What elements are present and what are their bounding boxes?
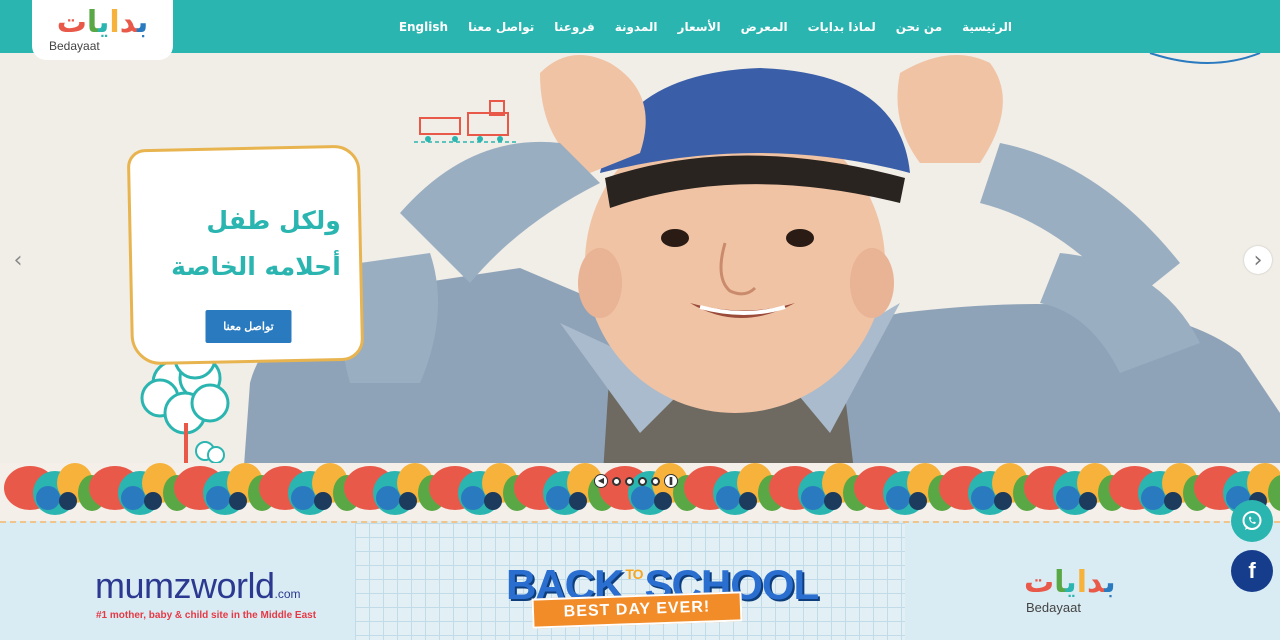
nav-item-english[interactable]: English xyxy=(399,20,448,34)
top-navbar: الرئيسية من نحن لماذا بدايات المعرض الأس… xyxy=(0,0,1280,53)
nav-item-blog[interactable]: المدونة xyxy=(615,20,658,34)
nav-item-home[interactable]: الرئيسية xyxy=(962,20,1012,34)
site-logo[interactable]: بدايات Bedayaat xyxy=(32,0,173,60)
nav-item-contact[interactable]: تواصل معنا xyxy=(468,20,534,34)
facebook-button[interactable]: f xyxy=(1231,550,1273,592)
slider-next-arrow[interactable]: › xyxy=(1244,246,1272,274)
partner-ad-banner[interactable]: mumzworld.com #1 mother, baby & child si… xyxy=(0,521,1280,640)
slider-prev-dot-icon[interactable]: ◀ xyxy=(594,474,608,488)
slider-dot-3[interactable] xyxy=(638,476,647,486)
slider-dot-4[interactable] xyxy=(651,476,660,486)
whatsapp-button[interactable] xyxy=(1231,500,1273,542)
slide-title: ولكل طفل أحلامه الخاصة xyxy=(146,198,341,290)
nav-item-branches[interactable]: فروعنا xyxy=(554,20,594,34)
main-menu: الرئيسية من نحن لماذا بدايات المعرض الأس… xyxy=(399,0,1012,53)
slide-caption-card: ولكل طفل أحلامه الخاصة تواصل معنا xyxy=(126,144,365,366)
nav-item-why-bedayaat[interactable]: لماذا بدايات xyxy=(808,20,876,34)
slider-pagination: ◀ ❚ xyxy=(594,473,678,489)
nav-item-about[interactable]: من نحن xyxy=(896,20,942,34)
slider-dot-2[interactable] xyxy=(625,476,634,486)
slide-title-line2: أحلامه الخاصة xyxy=(171,252,341,282)
slider-dot-1[interactable] xyxy=(612,476,621,486)
slider-prev-arrow[interactable]: ‹ xyxy=(4,246,32,274)
banner-bedayaat-logo: بدايات Bedayaat xyxy=(1024,565,1116,616)
hero-slider: ولكل طفل أحلامه الخاصة تواصل معنا ‹ › ◀ … xyxy=(0,53,1280,521)
mumzworld-logo: mumzworld.com xyxy=(95,565,301,606)
whatsapp-icon xyxy=(1242,511,1262,530)
nav-item-gallery[interactable]: المعرض xyxy=(741,20,788,34)
nav-item-prices[interactable]: الأسعار xyxy=(678,20,721,34)
slider-pause-icon[interactable]: ❚ xyxy=(664,474,678,488)
logo-english: Bedayaat xyxy=(49,38,100,53)
slide-title-line1: ولكل طفل xyxy=(206,206,341,236)
mumzworld-tagline: #1 mother, baby & child site in the Midd… xyxy=(96,610,317,621)
logo-arabic: بدايات xyxy=(56,4,149,40)
contact-us-button[interactable]: تواصل معنا xyxy=(205,309,292,343)
facebook-icon: f xyxy=(1248,558,1256,583)
